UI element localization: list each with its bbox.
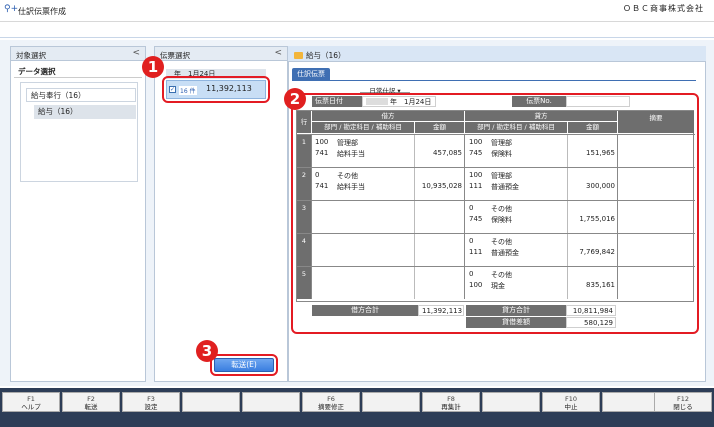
- highlight-box-2: [291, 93, 699, 334]
- fkey-number: F2: [87, 395, 95, 403]
- fkey-number: F6: [327, 395, 335, 403]
- tab-journal-slip[interactable]: 仕訳伝票: [292, 68, 330, 80]
- journal-header: 給与（16）: [288, 46, 706, 62]
- fkey-number: F3: [147, 395, 155, 403]
- fkey-12-button[interactable]: F12 閉じる: [654, 392, 712, 412]
- fkey-7-button[interactable]: [362, 392, 420, 412]
- panel-header: 対象選択 <: [11, 47, 145, 61]
- tree-node-payroll-app[interactable]: 給与奉行（16）: [26, 88, 136, 102]
- fkey-number: F10: [564, 395, 577, 403]
- fkey-11-button[interactable]: [602, 392, 660, 412]
- fkey-number: F8: [447, 395, 455, 403]
- app-icon: ⚲+: [4, 4, 19, 14]
- company-name: ＯＢＣ商事株式会社: [623, 4, 704, 13]
- panel-title: 対象選択: [16, 51, 46, 60]
- highlight-box-3: [210, 354, 278, 376]
- step-marker-2: 2: [284, 88, 306, 110]
- folder-icon: [294, 52, 303, 59]
- window-title: 仕訳伝票作成: [18, 7, 66, 16]
- fkey-6-button[interactable]: F6 摘要修正: [302, 392, 360, 412]
- fkey-number: F12: [676, 395, 689, 403]
- tab-underline: [292, 80, 696, 81]
- fkey-8-button[interactable]: F8 再集計: [422, 392, 480, 412]
- fkey-number: F1: [27, 395, 35, 403]
- highlight-box-1: [162, 76, 270, 103]
- panel-header: 伝票選択 <: [155, 47, 287, 61]
- collapse-icon[interactable]: <: [274, 48, 282, 58]
- fkey-2-button[interactable]: F2 転送: [62, 392, 120, 412]
- company-bar: [0, 22, 714, 38]
- fkey-label: ヘルプ: [21, 403, 41, 411]
- step-marker-3: 3: [196, 340, 218, 362]
- fkey-label: 閉じる: [673, 403, 693, 411]
- fkey-10-button[interactable]: F10 中止: [542, 392, 600, 412]
- fkey-9-button[interactable]: [482, 392, 540, 412]
- fkey-label: 転送: [84, 403, 98, 411]
- fkey-5-button[interactable]: [242, 392, 300, 412]
- fkey-3-button[interactable]: F3 設定: [122, 392, 180, 412]
- fkey-4-button[interactable]: [182, 392, 240, 412]
- fkey-label: 再集計: [441, 403, 461, 411]
- fkey-label: 中止: [564, 403, 578, 411]
- entry-type-select[interactable]: 日常仕訳 ▾: [360, 85, 410, 95]
- collapse-icon[interactable]: <: [132, 48, 140, 58]
- journal-title: 給与（16）: [306, 51, 346, 60]
- fkey-label: 設定: [144, 403, 158, 411]
- panel-title: 伝票選択: [160, 51, 190, 60]
- step-marker-1: 1: [142, 56, 164, 78]
- fkey-1-button[interactable]: F1 ヘルプ: [2, 392, 60, 412]
- data-select-label: データ選択: [14, 66, 142, 78]
- fkey-label: 摘要修正: [318, 403, 344, 411]
- tree-node-payroll[interactable]: 給与（16）: [34, 105, 136, 119]
- title-bar: [0, 0, 714, 22]
